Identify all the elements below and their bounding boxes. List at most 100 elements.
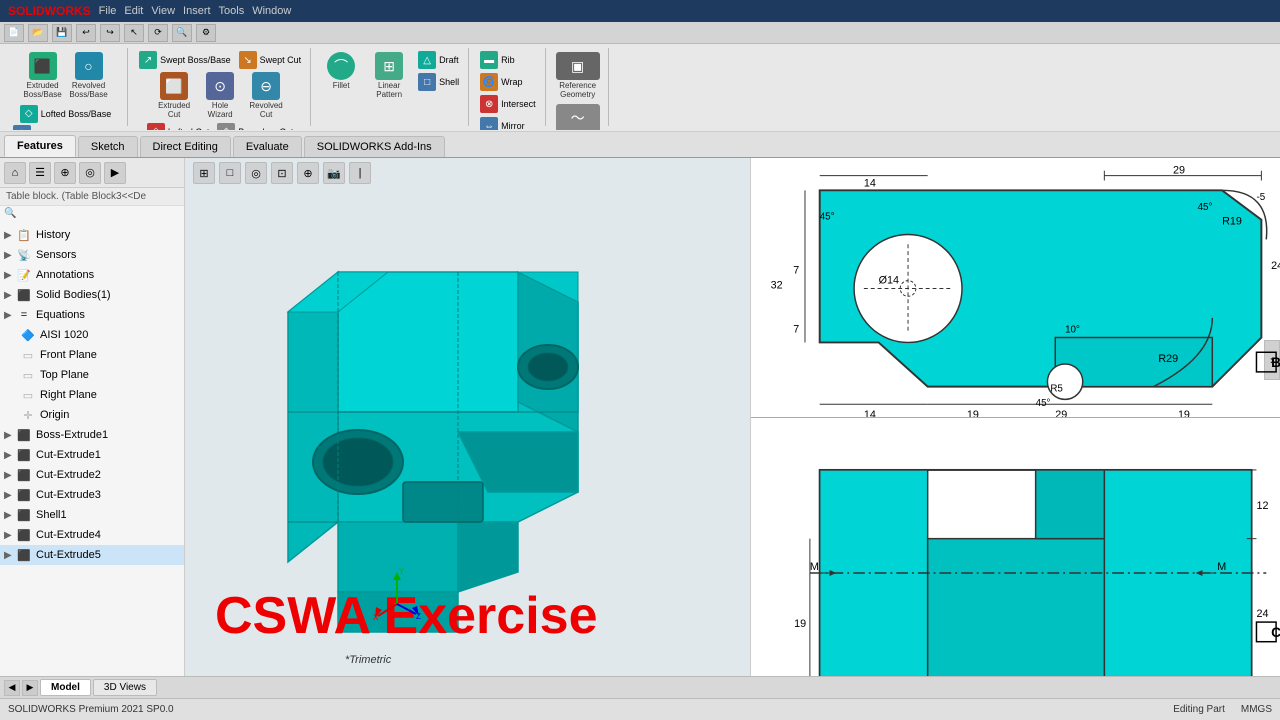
tab-addins[interactable]: SOLIDWORKS Add-Ins xyxy=(304,136,445,157)
shell-button[interactable]: □ Shell xyxy=(415,72,462,92)
svg-text:X: X xyxy=(373,613,379,621)
tree-item-annotations[interactable]: ▶ 📝 Annotations xyxy=(0,265,184,285)
tree-item-cut-extrude3[interactable]: ▶ ⬛ Cut-Extrude3 xyxy=(0,485,184,505)
tree-item-cut-extrude5[interactable]: ▶ ⬛ Cut-Extrude5 xyxy=(0,545,184,565)
view-sect-button[interactable]: ⊡ xyxy=(271,162,293,184)
front-plane-label: Front Plane xyxy=(40,349,97,361)
cut-extrude4-icon: ⬛ xyxy=(16,527,32,543)
boundary-cut-button[interactable]: ◈ Boundary Cut xyxy=(214,122,296,130)
view-camera-button[interactable]: 📷 xyxy=(323,162,345,184)
tree-item-top-plane[interactable]: ▭ Top Plane xyxy=(0,365,184,385)
menu-insert[interactable]: Insert xyxy=(183,5,211,17)
mirror-button[interactable]: ⇔ Mirror xyxy=(477,116,539,130)
sensors-arrow: ▶ xyxy=(4,250,16,261)
material-icon: 🔷 xyxy=(20,327,36,343)
boundary-boss-button[interactable]: ◈ Boundary Boss/Base xyxy=(10,124,121,130)
view-display-button[interactable]: □ xyxy=(219,162,241,184)
extruded-boss-button[interactable]: ⬛ ExtrudedBoss/Base xyxy=(21,50,65,102)
swept-cut-button[interactable]: ↘ Swept Cut xyxy=(236,50,305,70)
tree-item-history[interactable]: ▶ 📋 History xyxy=(0,225,184,245)
sidebar-tool-target[interactable]: ◎ xyxy=(79,162,101,184)
menu-tools[interactable]: Tools xyxy=(219,5,245,17)
rib-button[interactable]: ▬ Rib xyxy=(477,50,539,70)
sidebar-tool-config[interactable]: ▶ xyxy=(104,162,126,184)
extruded-cut-button[interactable]: ⬜ ExtrudedCut xyxy=(152,70,196,122)
fillet-button[interactable]: ⌒ Fillet xyxy=(319,50,363,93)
dim-24: 24 xyxy=(1271,260,1280,272)
main-area: ⌂ ☰ ⊕ ◎ ▶ Table block. (Table Block3<<De… xyxy=(0,158,1280,676)
tree-item-solid-bodies[interactable]: ▶ ⬛ Solid Bodies(1) xyxy=(0,285,184,305)
curves-button[interactable]: 〜 Curves xyxy=(554,102,602,130)
tree-item-cut-extrude1[interactable]: ▶ ⬛ Cut-Extrude1 xyxy=(0,445,184,465)
view-tab-3d-views[interactable]: 3D Views xyxy=(93,679,157,696)
tree-item-shell1[interactable]: ▶ ⬛ Shell1 xyxy=(0,505,184,525)
rotate-button[interactable]: ⟳ xyxy=(148,24,168,42)
fillet-label: Fillet xyxy=(333,82,350,91)
right-plane-icon: ▭ xyxy=(20,387,36,403)
angle-45-tr: 45° xyxy=(1198,202,1213,213)
view-orient-button[interactable]: ⊞ xyxy=(193,162,215,184)
tab-features[interactable]: Features xyxy=(4,135,76,157)
zoom-button[interactable]: 🔍 xyxy=(172,24,192,42)
tree-item-sensors[interactable]: ▶ 📡 Sensors xyxy=(0,245,184,265)
draft-button[interactable]: △ Draft xyxy=(415,50,462,70)
lofted-cut-button[interactable]: ◇ Lofted Cut xyxy=(144,122,213,130)
status-editing: Editing Part xyxy=(1173,704,1225,715)
dim-m-right: M xyxy=(1217,561,1226,573)
tabs-bar: Features Sketch Direct Editing Evaluate … xyxy=(0,132,1280,158)
view-hide-button[interactable]: ◎ xyxy=(245,162,267,184)
tree-item-cut-extrude2[interactable]: ▶ ⬛ Cut-Extrude2 xyxy=(0,465,184,485)
drawing-pane: B Ø14 R5 xyxy=(750,158,1280,676)
save-button[interactable]: 💾 xyxy=(52,24,72,42)
menu-view[interactable]: View xyxy=(151,5,175,17)
view-ref-button[interactable]: ⊕ xyxy=(297,162,319,184)
cut-extrude3-icon: ⬛ xyxy=(16,487,32,503)
tree-item-front-plane[interactable]: ▭ Front Plane xyxy=(0,345,184,365)
tab-evaluate[interactable]: Evaluate xyxy=(233,136,302,157)
r29-label: R29 xyxy=(1158,353,1178,365)
revolved-cut-button[interactable]: ⊖ RevolvedCut xyxy=(244,70,288,122)
sidebar-tool-list[interactable]: ☰ xyxy=(29,162,51,184)
sidebar-tool-home[interactable]: ⌂ xyxy=(4,162,26,184)
options-button[interactable]: ⚙ xyxy=(196,24,216,42)
open-button[interactable]: 📂 xyxy=(28,24,48,42)
linear-pattern-button[interactable]: ⊞ LinearPattern xyxy=(367,50,411,102)
top-plane-icon: ▭ xyxy=(20,367,36,383)
menu-edit[interactable]: Edit xyxy=(124,5,143,17)
tree-item-material[interactable]: 🔷 AISI 1020 xyxy=(0,325,184,345)
menu-window[interactable]: Window xyxy=(252,5,291,17)
select-button[interactable]: ↖ xyxy=(124,24,144,42)
lofted-boss-button[interactable]: ◇ Lofted Boss/Base xyxy=(17,104,115,124)
tree-item-boss-extrude1[interactable]: ▶ ⬛ Boss-Extrude1 xyxy=(0,425,184,445)
view-nav-next[interactable]: ▶ xyxy=(22,680,38,696)
tree-item-right-plane[interactable]: ▭ Right Plane xyxy=(0,385,184,405)
tab-direct-editing[interactable]: Direct Editing xyxy=(140,136,231,157)
view-more-button[interactable]: | xyxy=(349,162,371,184)
tree-item-equations[interactable]: ▶ = Equations xyxy=(0,305,184,325)
view-nav-prev[interactable]: ◀ xyxy=(4,680,20,696)
toolbar-group-ref: ▣ ReferenceGeometry 〜 Curves xyxy=(548,48,609,126)
shell1-icon: ⬛ xyxy=(16,507,32,523)
new-button[interactable]: 📄 xyxy=(4,24,24,42)
menu-file[interactable]: File xyxy=(99,5,117,17)
statusbar: SOLIDWORKS Premium 2021 SP0.0 Editing Pa… xyxy=(0,698,1280,720)
sidebar-tool-prop[interactable]: ⊕ xyxy=(54,162,76,184)
draft-icon: △ xyxy=(418,51,436,69)
tab-sketch[interactable]: Sketch xyxy=(78,136,138,157)
bottom-view-svg: C 12 xyxy=(751,418,1280,677)
hole-wizard-button[interactable]: ⊙ HoleWizard xyxy=(198,70,242,122)
swept-boss-button[interactable]: ↗ Swept Boss/Base xyxy=(136,50,234,70)
cut-extrude5-arrow: ▶ xyxy=(4,550,16,561)
diameter-label: Ø14 xyxy=(879,275,899,287)
revolved-boss-button[interactable]: ○ RevolvedBoss/Base xyxy=(67,50,111,102)
tree-item-origin[interactable]: ✛ Origin xyxy=(0,405,184,425)
viewport-toolbar: ⊞ □ ◎ ⊡ ⊕ 📷 | xyxy=(185,158,750,188)
reference-geometry-button[interactable]: ▣ ReferenceGeometry xyxy=(554,50,602,102)
redo-button[interactable]: ↪ xyxy=(100,24,120,42)
viewport[interactable]: ⊞ □ ◎ ⊡ ⊕ 📷 | xyxy=(185,158,750,676)
tree-item-cut-extrude4[interactable]: ▶ ⬛ Cut-Extrude4 xyxy=(0,525,184,545)
view-tab-model[interactable]: Model xyxy=(40,679,91,696)
wrap-button[interactable]: 🌀 Wrap xyxy=(477,72,539,92)
undo-button[interactable]: ↩ xyxy=(76,24,96,42)
intersect-button[interactable]: ⊗ Intersect xyxy=(477,94,539,114)
